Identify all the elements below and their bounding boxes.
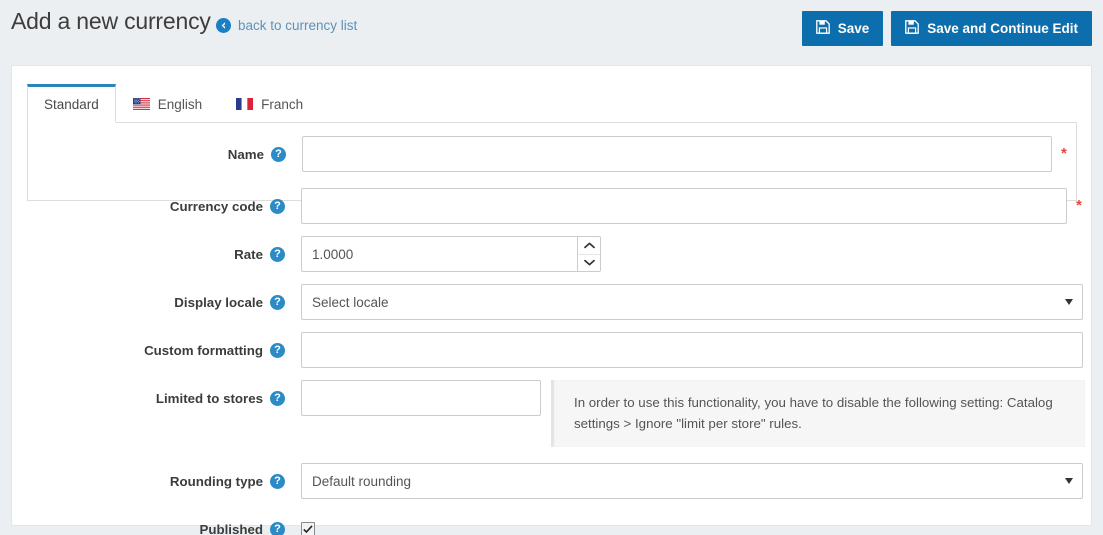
localization-tabs-block: Standard [27, 84, 1077, 202]
rate-stepper [577, 236, 601, 272]
currency-code-input[interactable] [301, 188, 1067, 224]
field-control-currency-code: * [301, 188, 1082, 224]
header-actions: Save Save and Continue Edit [802, 11, 1092, 46]
field-label-limited-to-stores: Limited to stores ? [27, 380, 301, 416]
field-label-currency-code: Currency code ? [27, 188, 301, 224]
field-label-rate: Rate ? [27, 236, 301, 272]
tab-strip: Standard [27, 84, 1077, 123]
field-label-rate-text: Rate [234, 247, 263, 262]
field-row-name: Name ? * [28, 136, 1076, 172]
required-marker: * [1076, 188, 1082, 224]
name-input[interactable] [302, 136, 1052, 172]
field-label-currency-code-text: Currency code [170, 199, 263, 214]
field-row-rounding-type: Rounding type ? Default rounding [27, 463, 1077, 499]
question-circle-icon[interactable]: ? [270, 522, 285, 535]
save-button-label: Save [838, 21, 870, 36]
limited-to-stores-input[interactable] [301, 380, 541, 416]
field-label-custom-formatting: Custom formatting ? [27, 332, 301, 368]
display-locale-selected-value: Select locale [312, 295, 389, 310]
question-circle-icon[interactable]: ? [271, 147, 286, 162]
field-row-rate: Rate ? [27, 236, 1077, 272]
field-label-rounding-type: Rounding type ? [27, 463, 301, 499]
question-circle-icon[interactable]: ? [270, 199, 285, 214]
question-circle-icon[interactable]: ? [270, 343, 285, 358]
field-control-rounding-type: Default rounding [301, 463, 1083, 499]
field-label-published: Published ? [27, 511, 301, 535]
published-checkbox[interactable] [301, 522, 315, 535]
field-control-custom-formatting [301, 332, 1083, 368]
tab-english[interactable]: English [116, 84, 219, 123]
field-control-limited-to-stores: In order to use this functionality, you … [301, 380, 1085, 447]
save-and-continue-edit-button-label: Save and Continue Edit [927, 21, 1078, 36]
field-label-display-locale-text: Display locale [174, 295, 263, 310]
field-row-limited-to-stores: Limited to stores ? In order to use this… [27, 380, 1077, 447]
question-circle-icon[interactable]: ? [270, 391, 285, 406]
main-form-fields: Currency code ? * Rate ? [27, 188, 1077, 535]
rounding-type-select[interactable]: Default rounding [301, 463, 1083, 499]
field-label-display-locale: Display locale ? [27, 284, 301, 320]
page-header: Add a new currency back to currency list… [0, 0, 1103, 57]
form-card: Standard [11, 65, 1092, 526]
page-title: Add a new currency [11, 8, 211, 35]
tab-standard-label: Standard [44, 97, 99, 112]
field-row-custom-formatting: Custom formatting ? [27, 332, 1077, 368]
rate-stepper-down[interactable] [578, 254, 600, 272]
rounding-type-selected-value: Default rounding [312, 474, 411, 489]
chevron-down-icon [1065, 478, 1073, 484]
rate-stepper-up[interactable] [578, 237, 600, 254]
field-control-rate [301, 236, 601, 272]
question-circle-icon[interactable]: ? [270, 247, 285, 262]
tab-standard[interactable]: Standard [27, 84, 116, 123]
field-label-custom-formatting-text: Custom formatting [144, 343, 263, 358]
field-label-name: Name ? [28, 136, 302, 172]
save-floppy-icon [905, 20, 919, 37]
question-circle-icon[interactable]: ? [270, 295, 285, 310]
field-control-display-locale: Select locale [301, 284, 1083, 320]
field-control-published [301, 511, 315, 535]
field-control-name: * [302, 136, 1067, 172]
flag-us-icon [133, 98, 150, 110]
tab-english-label: English [158, 97, 202, 112]
rate-input[interactable] [301, 236, 577, 272]
back-link-label: back to currency list [238, 18, 357, 33]
flag-fr-icon [236, 98, 253, 110]
question-circle-icon[interactable]: ? [270, 474, 285, 489]
field-label-rounding-type-text: Rounding type [170, 474, 263, 489]
field-row-display-locale: Display locale ? Select locale [27, 284, 1077, 320]
field-label-published-text: Published [199, 522, 263, 535]
arrow-circle-left-icon [216, 18, 231, 33]
chevron-down-icon [1065, 299, 1073, 305]
tab-franch[interactable]: Franch [219, 84, 320, 123]
field-label-limited-to-stores-text: Limited to stores [156, 391, 263, 406]
field-row-published: Published ? [27, 511, 1077, 535]
required-marker: * [1061, 136, 1067, 172]
save-and-continue-edit-button[interactable]: Save and Continue Edit [891, 11, 1092, 46]
tab-franch-label: Franch [261, 97, 303, 112]
save-floppy-icon [816, 20, 830, 37]
custom-formatting-input[interactable] [301, 332, 1083, 368]
save-button[interactable]: Save [802, 11, 884, 46]
field-row-currency-code: Currency code ? * [27, 188, 1077, 224]
field-label-name-text: Name [228, 147, 264, 162]
back-to-currency-list-link[interactable]: back to currency list [216, 18, 357, 33]
limited-to-stores-info-message: In order to use this functionality, you … [551, 380, 1085, 447]
display-locale-select[interactable]: Select locale [301, 284, 1083, 320]
currency-edit-page: Add a new currency back to currency list… [0, 0, 1103, 535]
